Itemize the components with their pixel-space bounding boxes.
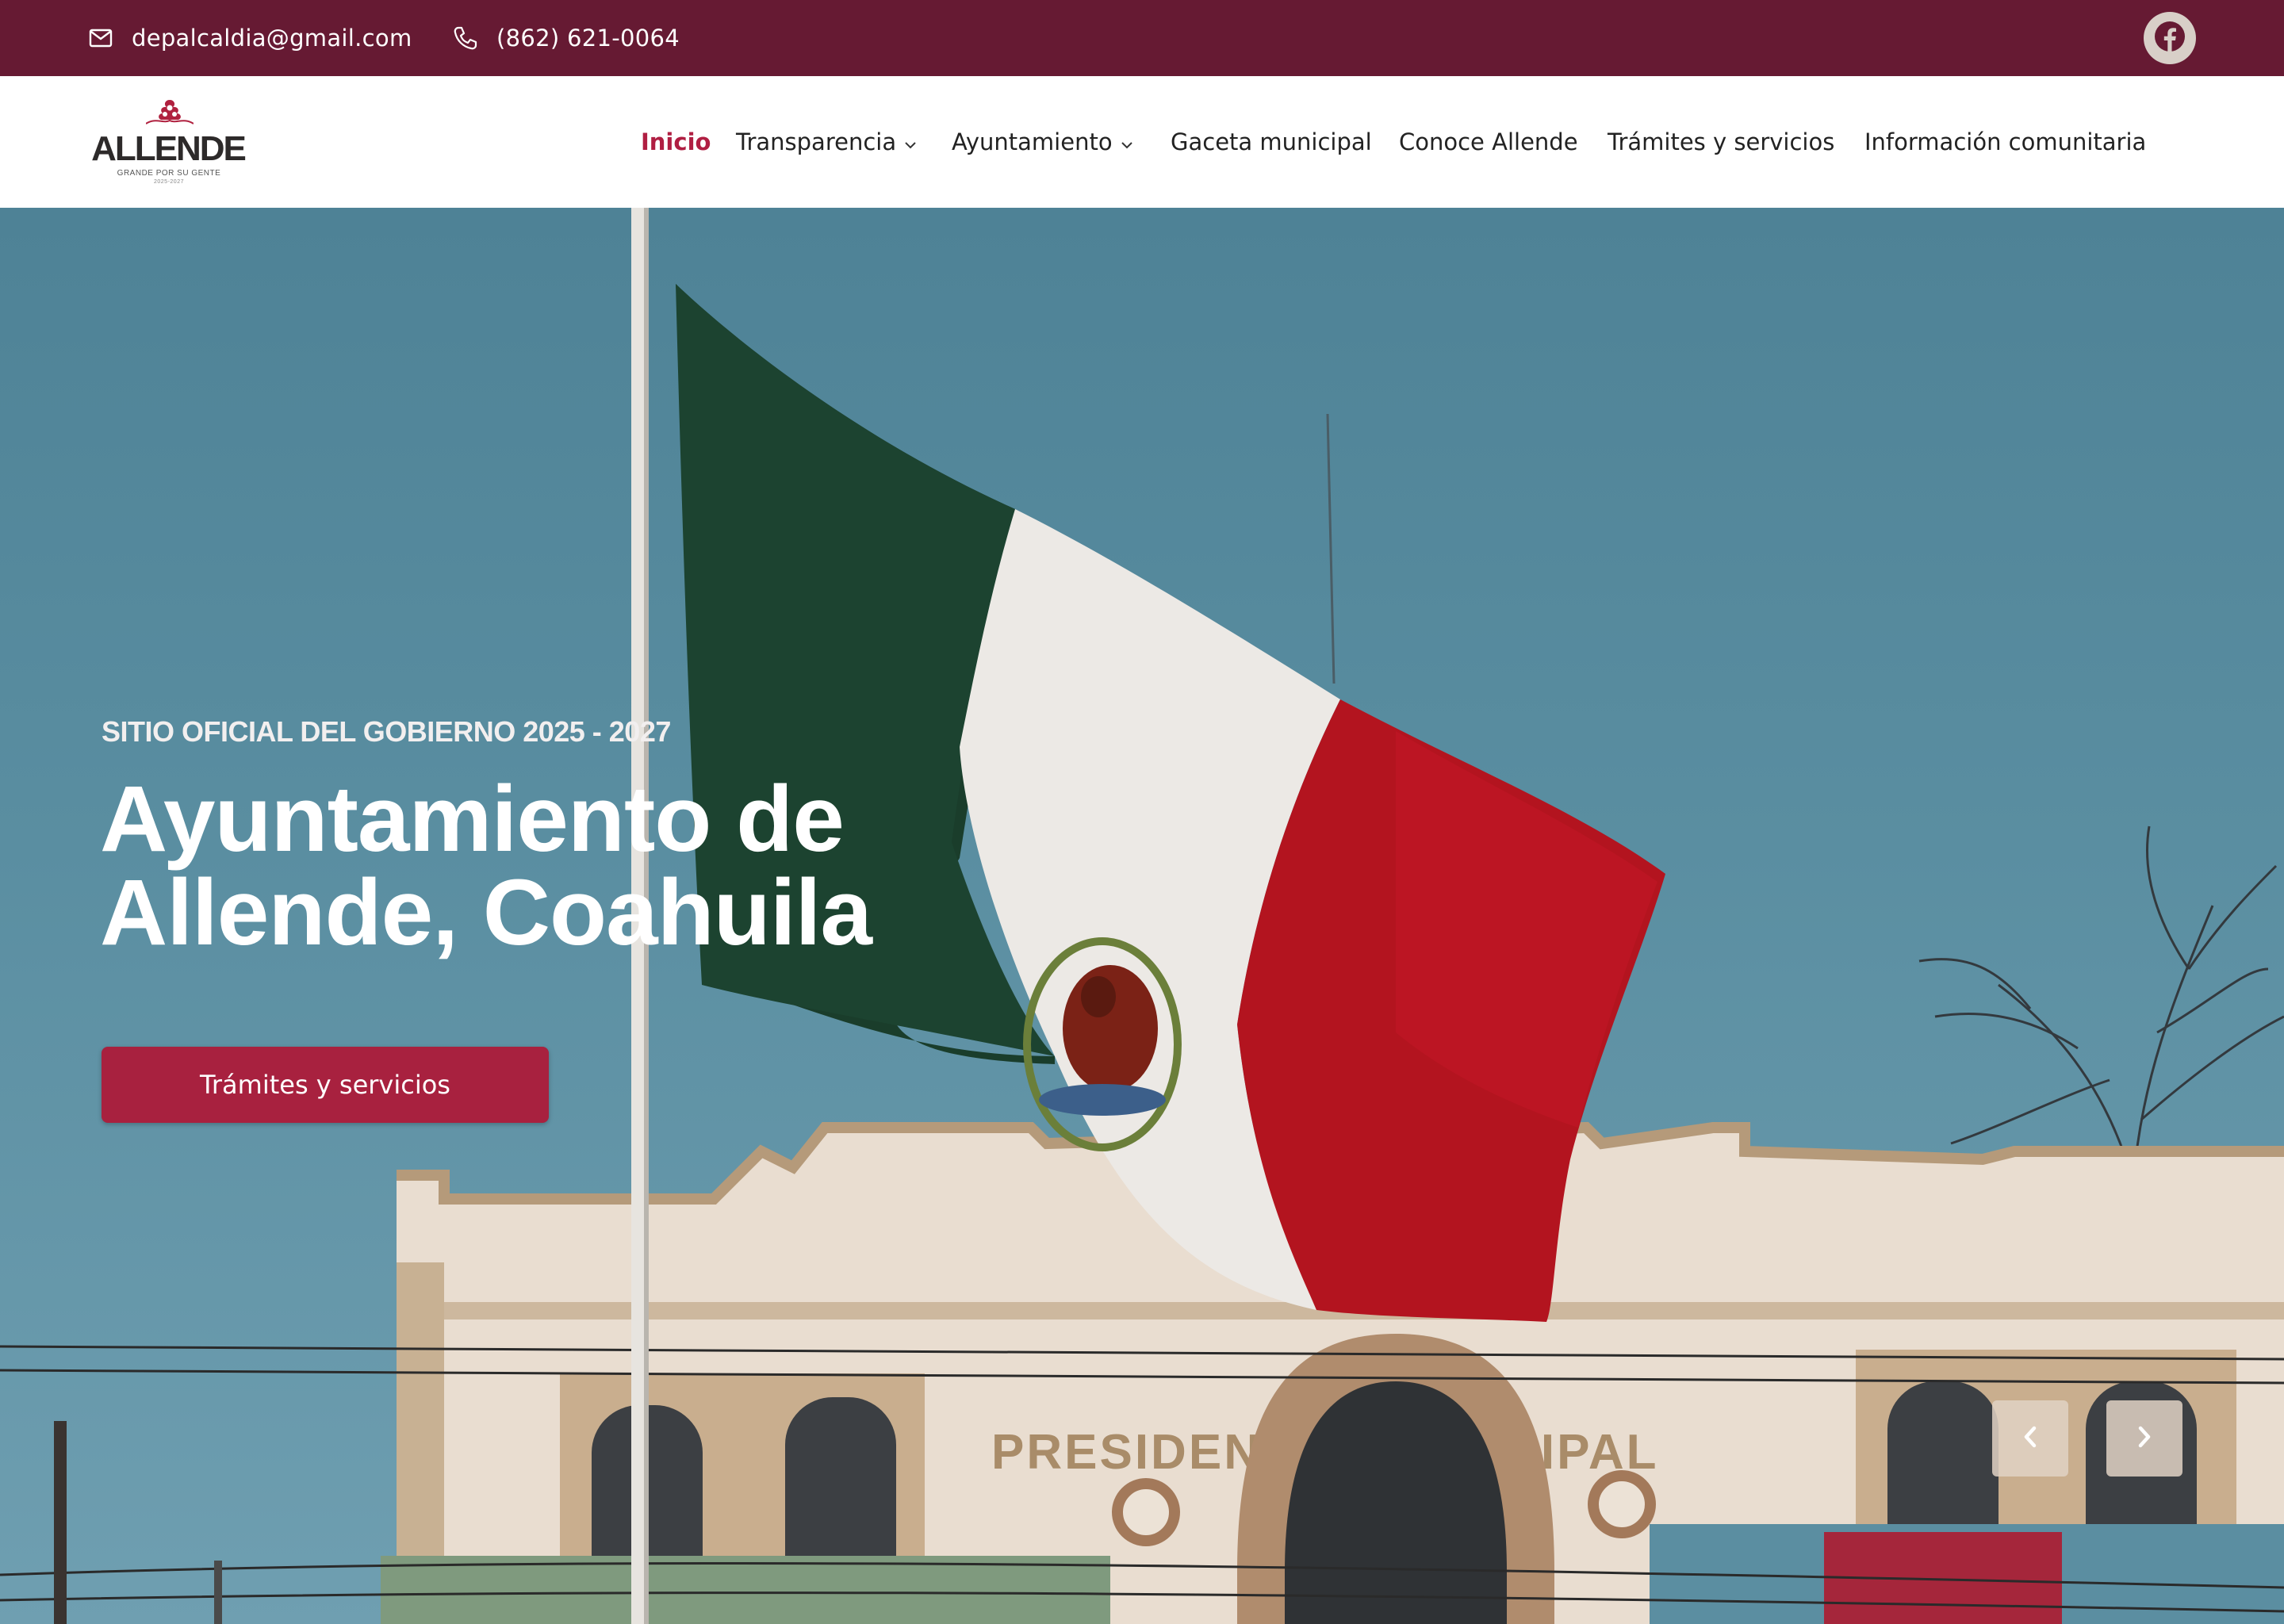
nav-item-gaceta[interactable]: Gaceta municipal	[1171, 76, 1372, 208]
nav-label: Inicio	[641, 128, 711, 155]
phone-text: (862) 621-0064	[496, 25, 680, 52]
chevron-right-icon	[2135, 1424, 2154, 1453]
top-bar: depalcaldia@gmail.com (862) 621-0064	[0, 0, 2284, 76]
tramites-cta-button[interactable]: Trámites y servicios	[102, 1047, 549, 1123]
nav-item-informacion[interactable]: Información comunitaria	[1864, 76, 2146, 208]
nav-label: Información comunitaria	[1864, 128, 2147, 155]
carousel-next-button[interactable]	[2106, 1400, 2182, 1477]
nav-label: Trámites y servicios	[1608, 128, 1835, 155]
nav-label: Conoce Allende	[1399, 128, 1578, 155]
hero-kicker: SITIO OFICIAL DEL GOBIERNO 2025 - 2027	[102, 715, 671, 748]
nav-item-conoce-allende[interactable]: Conoce Allende	[1399, 76, 1578, 208]
nav-label: Transparencia	[736, 128, 897, 155]
chevron-down-icon	[904, 134, 917, 153]
phone-icon	[452, 25, 477, 51]
chevron-left-icon	[2021, 1424, 2040, 1453]
cta-label: Trámites y servicios	[200, 1070, 450, 1100]
main-nav: Inicio Transparencia Ayuntamiento Gaceta…	[0, 76, 2284, 208]
nav-label: Ayuntamiento	[952, 128, 1113, 155]
carousel-prev-button[interactable]	[1992, 1400, 2068, 1477]
contact-phone[interactable]: (862) 621-0064	[452, 0, 680, 76]
facebook-button[interactable]	[2144, 12, 2196, 64]
nav-item-transparencia[interactable]: Transparencia	[736, 76, 917, 208]
nav-label: Gaceta municipal	[1171, 128, 1372, 155]
site-header: ALLENDE GRANDE POR SU GENTE 2025-2027 In…	[0, 76, 2284, 208]
hero-slider: PRESIDENCIA MUNICIPAL	[0, 208, 2284, 1624]
nav-item-ayuntamiento[interactable]: Ayuntamiento	[952, 76, 1133, 208]
chevron-down-icon	[1121, 134, 1133, 153]
hero-title-line2: Allende, Coahuila	[100, 860, 872, 965]
contact-email[interactable]: depalcaldia@gmail.com	[89, 0, 412, 76]
mail-icon	[89, 29, 113, 48]
hero-title-line1: Ayuntamiento de	[100, 767, 845, 871]
hero-title: Ayuntamiento de Allende, Coahuila	[100, 772, 1052, 959]
email-text: depalcaldia@gmail.com	[132, 25, 412, 52]
facebook-icon	[2154, 21, 2186, 56]
nav-item-tramites[interactable]: Trámites y servicios	[1608, 76, 1834, 208]
nav-item-inicio[interactable]: Inicio	[641, 76, 711, 208]
